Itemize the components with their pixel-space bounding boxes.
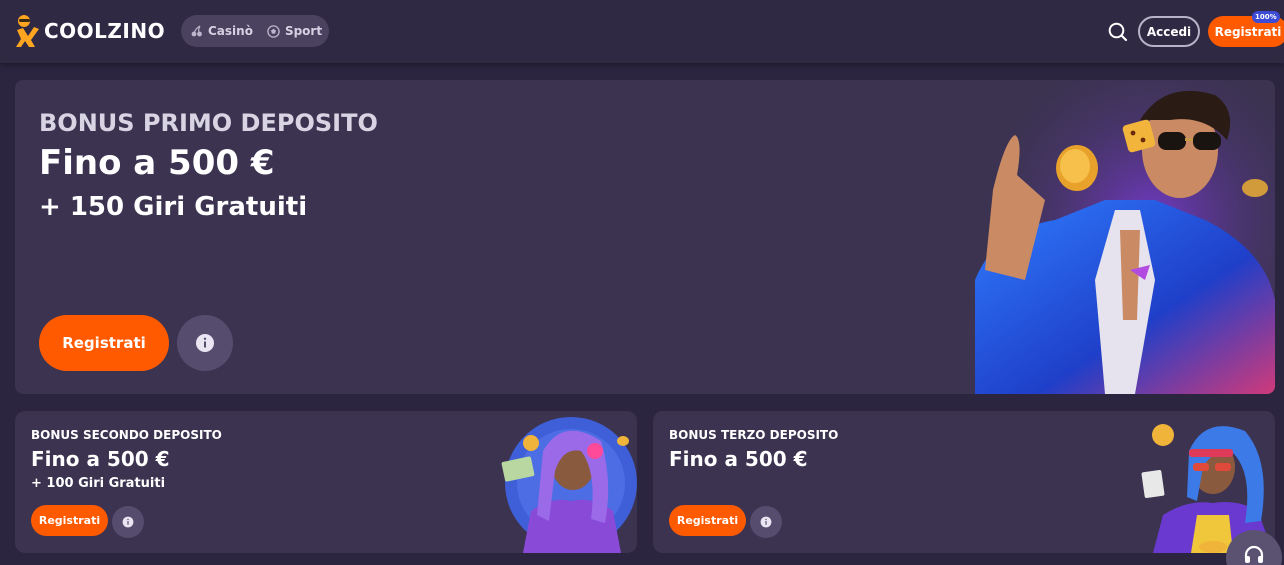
coolzino-logo[interactable]: COOLZINO: [14, 13, 165, 49]
card-kicker: BONUS TERZO DEPOSITO: [669, 428, 839, 442]
info-icon: [122, 516, 134, 528]
nav-casino[interactable]: Casinò: [191, 15, 253, 47]
login-button[interactable]: Accedi: [1138, 16, 1200, 47]
card-info-button[interactable]: [112, 506, 144, 538]
hero-subtitle: + 150 Giri Gratuiti: [39, 192, 308, 222]
hero-kicker: BONUS PRIMO DEPOSITO: [39, 109, 378, 137]
card-register-button[interactable]: Registrati: [669, 505, 746, 536]
card-subtitle: + 100 Giri Gratuiti: [31, 476, 166, 491]
card-register-button[interactable]: Registrati: [31, 505, 108, 536]
card-title: Fino a 500 €: [669, 447, 808, 471]
card-info-button[interactable]: [750, 506, 782, 538]
soccer-ball-icon: [267, 24, 280, 38]
nav-sport[interactable]: Sport: [267, 15, 322, 47]
card-character-illustration: [501, 417, 637, 553]
register-bonus-badge: 100%: [1252, 11, 1280, 23]
card-title: Fino a 500 €: [31, 447, 170, 471]
logo-text: COOLZINO: [44, 19, 166, 43]
info-icon: [760, 516, 772, 528]
hero-info-button[interactable]: [177, 315, 233, 371]
card-kicker: BONUS SECONDO DEPOSITO: [31, 428, 222, 442]
headset-icon: [1244, 545, 1264, 563]
logo-mascot-icon: [16, 15, 39, 47]
cherry-icon: [191, 25, 202, 37]
second-deposit-bonus-card: BONUS SECONDO DEPOSITO Fino a 500 € + 10…: [15, 411, 637, 553]
nav-casino-label: Casinò: [208, 24, 253, 38]
hero-character-illustration: [965, 80, 1275, 394]
product-switcher: Casinò Sport: [181, 15, 329, 47]
hero-register-button[interactable]: Registrati: [39, 315, 169, 371]
third-deposit-bonus-card: BONUS TERZO DEPOSITO Fino a 500 € Regist…: [653, 411, 1275, 553]
first-deposit-bonus-banner: BONUS PRIMO DEPOSITO Fino a 500 € + 150 …: [15, 80, 1275, 394]
top-header: COOLZINO Casinò Sport Accedi Registrati …: [0, 0, 1284, 63]
nav-sport-label: Sport: [284, 24, 323, 38]
info-icon: [196, 334, 214, 352]
search-icon: [1108, 22, 1128, 42]
hero-title: Fino a 500 €: [39, 143, 275, 183]
search-button[interactable]: [1106, 20, 1130, 44]
